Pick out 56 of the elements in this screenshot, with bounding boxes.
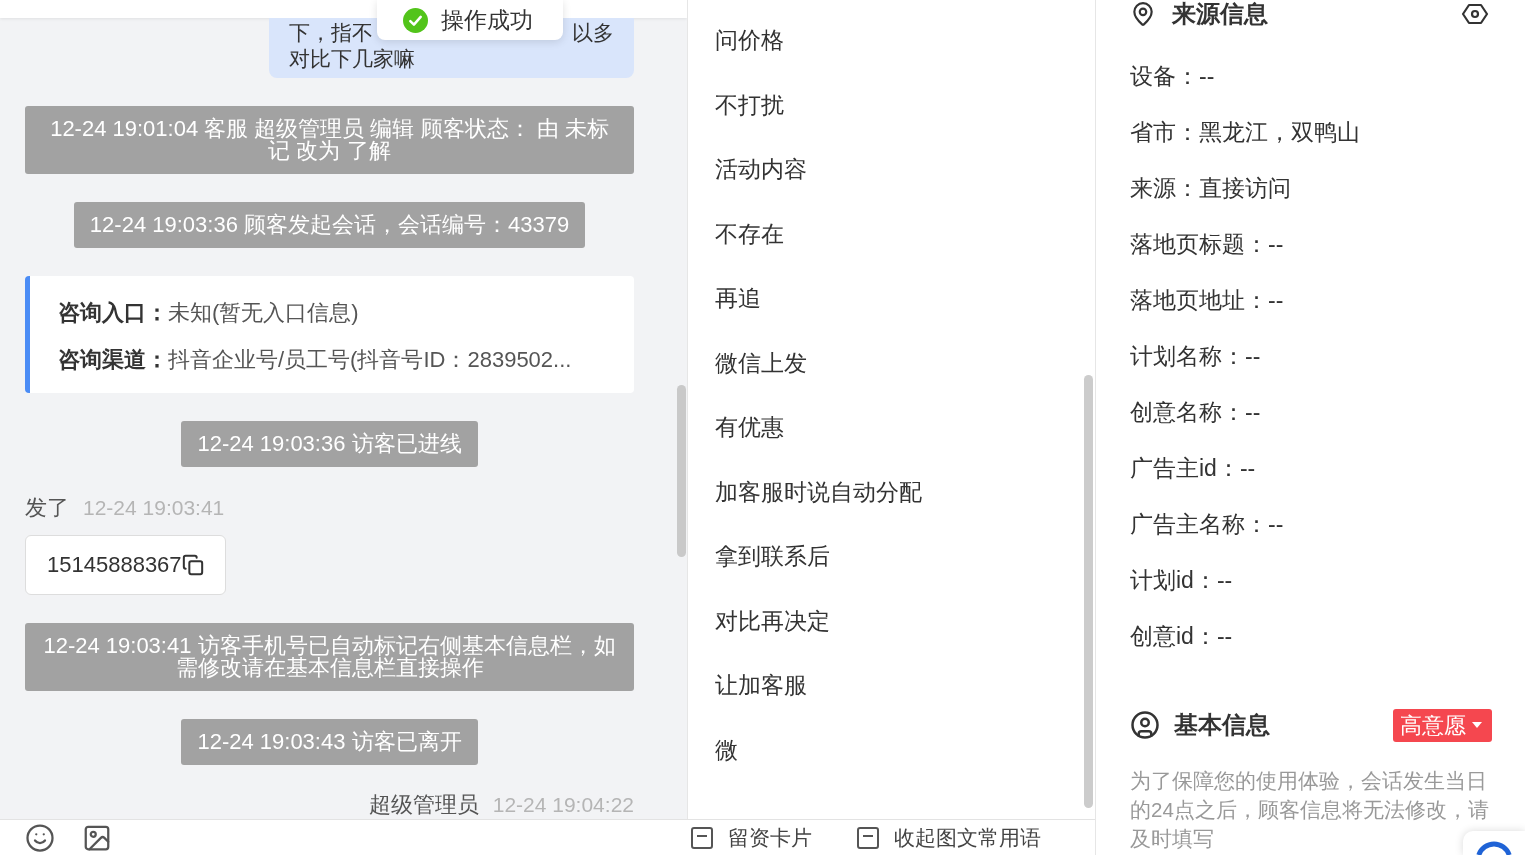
message-time: 12-24 19:03:41 bbox=[83, 495, 225, 521]
quick-phrase-item[interactable]: 拿到联系后 bbox=[688, 524, 830, 589]
message-text: 以多 bbox=[572, 20, 614, 46]
info-field: 来源：直接访问 bbox=[1130, 170, 1291, 206]
quick-phrase-item[interactable]: 活动内容 bbox=[688, 137, 807, 202]
info-field: 广告主id：-- bbox=[1130, 450, 1256, 486]
toolbar-button[interactable]: 收起图文常用语 bbox=[856, 825, 1041, 850]
info-row-text: 咨询入口：未知(暂无入口信息) bbox=[58, 299, 359, 327]
info-field: 省市：黑龙江，双鸭山 bbox=[1130, 114, 1360, 150]
info-field: 创意id：-- bbox=[1130, 618, 1233, 654]
quick-phrase-item[interactable]: 再追 bbox=[688, 266, 761, 331]
copy-icon[interactable] bbox=[181, 554, 204, 576]
quick-phrase-item[interactable]: 不存在 bbox=[688, 201, 784, 266]
message-time: 12-24 19:04:22 bbox=[492, 793, 634, 817]
message-text: 下，指不 bbox=[289, 20, 373, 46]
quick-phrase-item[interactable]: 有优惠 bbox=[688, 395, 784, 460]
scrollbar-thumb[interactable] bbox=[1084, 375, 1093, 808]
section-title: 基本信息 bbox=[1174, 710, 1270, 740]
user-circle-icon bbox=[1130, 710, 1160, 740]
ring-icon bbox=[1475, 841, 1513, 855]
sender-name: 发了 bbox=[25, 495, 69, 521]
intent-dropdown[interactable]: 高意愿 bbox=[1393, 708, 1492, 742]
emoji-icon[interactable] bbox=[25, 822, 55, 853]
info-field: 落地页标题：-- bbox=[1130, 226, 1284, 262]
system-notice: 12-24 19:03:36 顾客发起会话，会话编号：43379 bbox=[73, 202, 586, 248]
quick-phrase-item[interactable]: 问价格 bbox=[688, 8, 784, 73]
quick-phrase-item[interactable]: 让加客服 bbox=[688, 653, 807, 718]
info-row-text: 咨询渠道：抖音企业号/员工号(抖音号ID：2839502... bbox=[58, 346, 572, 374]
section-title: 来源信息 bbox=[1172, 0, 1268, 29]
system-notice: 12-24 19:03:36 访客已进线 bbox=[181, 421, 478, 467]
quick-phrase-item[interactable]: 对比再决定 bbox=[688, 588, 830, 653]
check-circle-icon bbox=[403, 7, 428, 33]
sender-name: 超级管理员 bbox=[368, 793, 479, 817]
info-field: 创意名称：-- bbox=[1130, 394, 1261, 430]
message-text: 对比下几家嘛 bbox=[289, 46, 415, 72]
caret-icon bbox=[1472, 722, 1482, 728]
info-field: 广告主名称：-- bbox=[1130, 506, 1284, 542]
scrollbar-thumb[interactable] bbox=[677, 385, 686, 557]
quick-phrase-item[interactable]: 不打扰 bbox=[688, 72, 784, 137]
quick-phrase-item[interactable]: 加客服时说自动分配 bbox=[688, 459, 922, 524]
quick-phrase-item[interactable]: 微 bbox=[688, 717, 738, 782]
system-notice: 12-24 19:03:43 访客已离开 bbox=[181, 719, 478, 765]
location-pin-icon bbox=[1130, 1, 1156, 27]
toast-text: 操作成功 bbox=[441, 5, 533, 35]
info-field: 计划名称：-- bbox=[1130, 338, 1261, 374]
floating-button[interactable] bbox=[1463, 831, 1525, 855]
system-notice: 12-24 19:01:04 客服 超级管理员 编辑 顾客状态： 由 未标记 改为 了解 bbox=[25, 106, 634, 174]
phone-number: 15145888367 bbox=[47, 552, 182, 578]
quick-phrase-item[interactable]: 微信上发 bbox=[688, 330, 807, 395]
info-field: 计划id：-- bbox=[1130, 562, 1233, 598]
notice-text: 为了保障您的使用体验，会话发生当日的24点之后，顾客信息将无法修改，请及时填写 bbox=[1130, 768, 1489, 852]
system-notice: 12-24 19:03:41 访客手机号已自动标记右侧基本信息栏，如需修改请在基本信息栏直接操作 bbox=[25, 623, 634, 691]
info-field: 落地页地址：-- bbox=[1130, 282, 1284, 318]
info-field: 设备：-- bbox=[1130, 58, 1215, 94]
toolbar-button[interactable]: 留资卡片 bbox=[690, 825, 812, 850]
settings-icon[interactable] bbox=[1461, 3, 1489, 25]
